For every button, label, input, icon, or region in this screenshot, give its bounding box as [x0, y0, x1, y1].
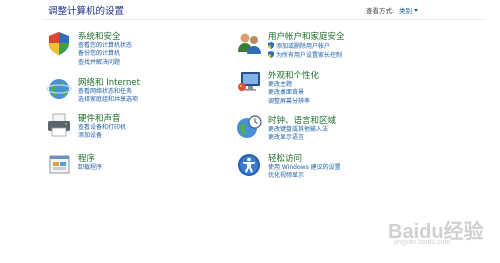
printer-icon[interactable] — [46, 112, 72, 138]
chevron-down-icon — [414, 9, 418, 12]
appearance-icon[interactable] — [236, 69, 262, 95]
view-by-value: 类别 — [399, 7, 412, 15]
page-title: 调整计算机的设置 — [48, 6, 125, 17]
link-uninstall-program[interactable]: 卸载程序 — [78, 164, 102, 172]
link-optimize-video[interactable]: 优化视频显示 — [268, 172, 341, 180]
header-divider — [44, 19, 484, 20]
category-title-clock-language-region[interactable]: 时钟、语言和区域 — [268, 114, 336, 126]
category-title-network-internet[interactable]: 网络和 Internet — [78, 76, 140, 88]
link-parental-controls-label: 为所有用户设置家长控制 — [276, 52, 343, 60]
category-title-hardware-sound[interactable]: 硬件和声音 — [78, 112, 121, 124]
uac-shield-icon — [268, 51, 274, 59]
link-backup[interactable]: 备份您的计算机 — [78, 50, 132, 58]
view-by-label: 查看方式: — [366, 7, 395, 15]
link-screen-resolution[interactable]: 调整屏幕分辨率 — [268, 98, 310, 106]
header: 调整计算机的设置 查看方式: 类别 — [0, 0, 500, 20]
category-title-user-accounts[interactable]: 用户帐户和家庭安全 — [268, 30, 345, 42]
category-title-system-security[interactable]: 系统和安全 — [78, 30, 121, 42]
link-add-device[interactable]: 添加设备 — [78, 132, 126, 140]
watermark: Baidu经验 jingyan.baidu.com — [382, 215, 492, 255]
network-icon[interactable] — [46, 76, 72, 102]
link-add-remove-users-label: 添加或删除用户帐户 — [276, 43, 331, 50]
link-desktop-background[interactable]: 更改桌面背景 — [268, 89, 310, 97]
uac-shield-icon — [268, 42, 274, 49]
clock-globe-icon[interactable] — [236, 114, 262, 140]
category-title-appearance[interactable]: 外观和个性化 — [268, 69, 319, 81]
users-icon[interactable] — [236, 30, 262, 56]
watermark-url: jingyan.baidu.com — [394, 239, 451, 246]
link-homegroup[interactable]: 选择家庭组和共享选项 — [78, 96, 138, 104]
category-title-programs[interactable]: 程序 — [78, 152, 95, 164]
link-parental-controls[interactable]: 为所有用户设置家长控制 — [268, 51, 342, 60]
category-title-ease-of-access[interactable]: 轻松访问 — [268, 152, 302, 164]
ease-of-access-icon[interactable] — [236, 152, 262, 178]
link-troubleshoot[interactable]: 查找并解决问题 — [78, 59, 132, 67]
programs-icon[interactable] — [46, 152, 72, 178]
view-by-dropdown[interactable]: 类别 — [399, 5, 418, 15]
shield-icon[interactable] — [46, 30, 72, 56]
link-add-remove-users[interactable]: 添加或删除用户帐户 — [268, 42, 342, 51]
link-display-language[interactable]: 更改显示语言 — [268, 134, 328, 142]
